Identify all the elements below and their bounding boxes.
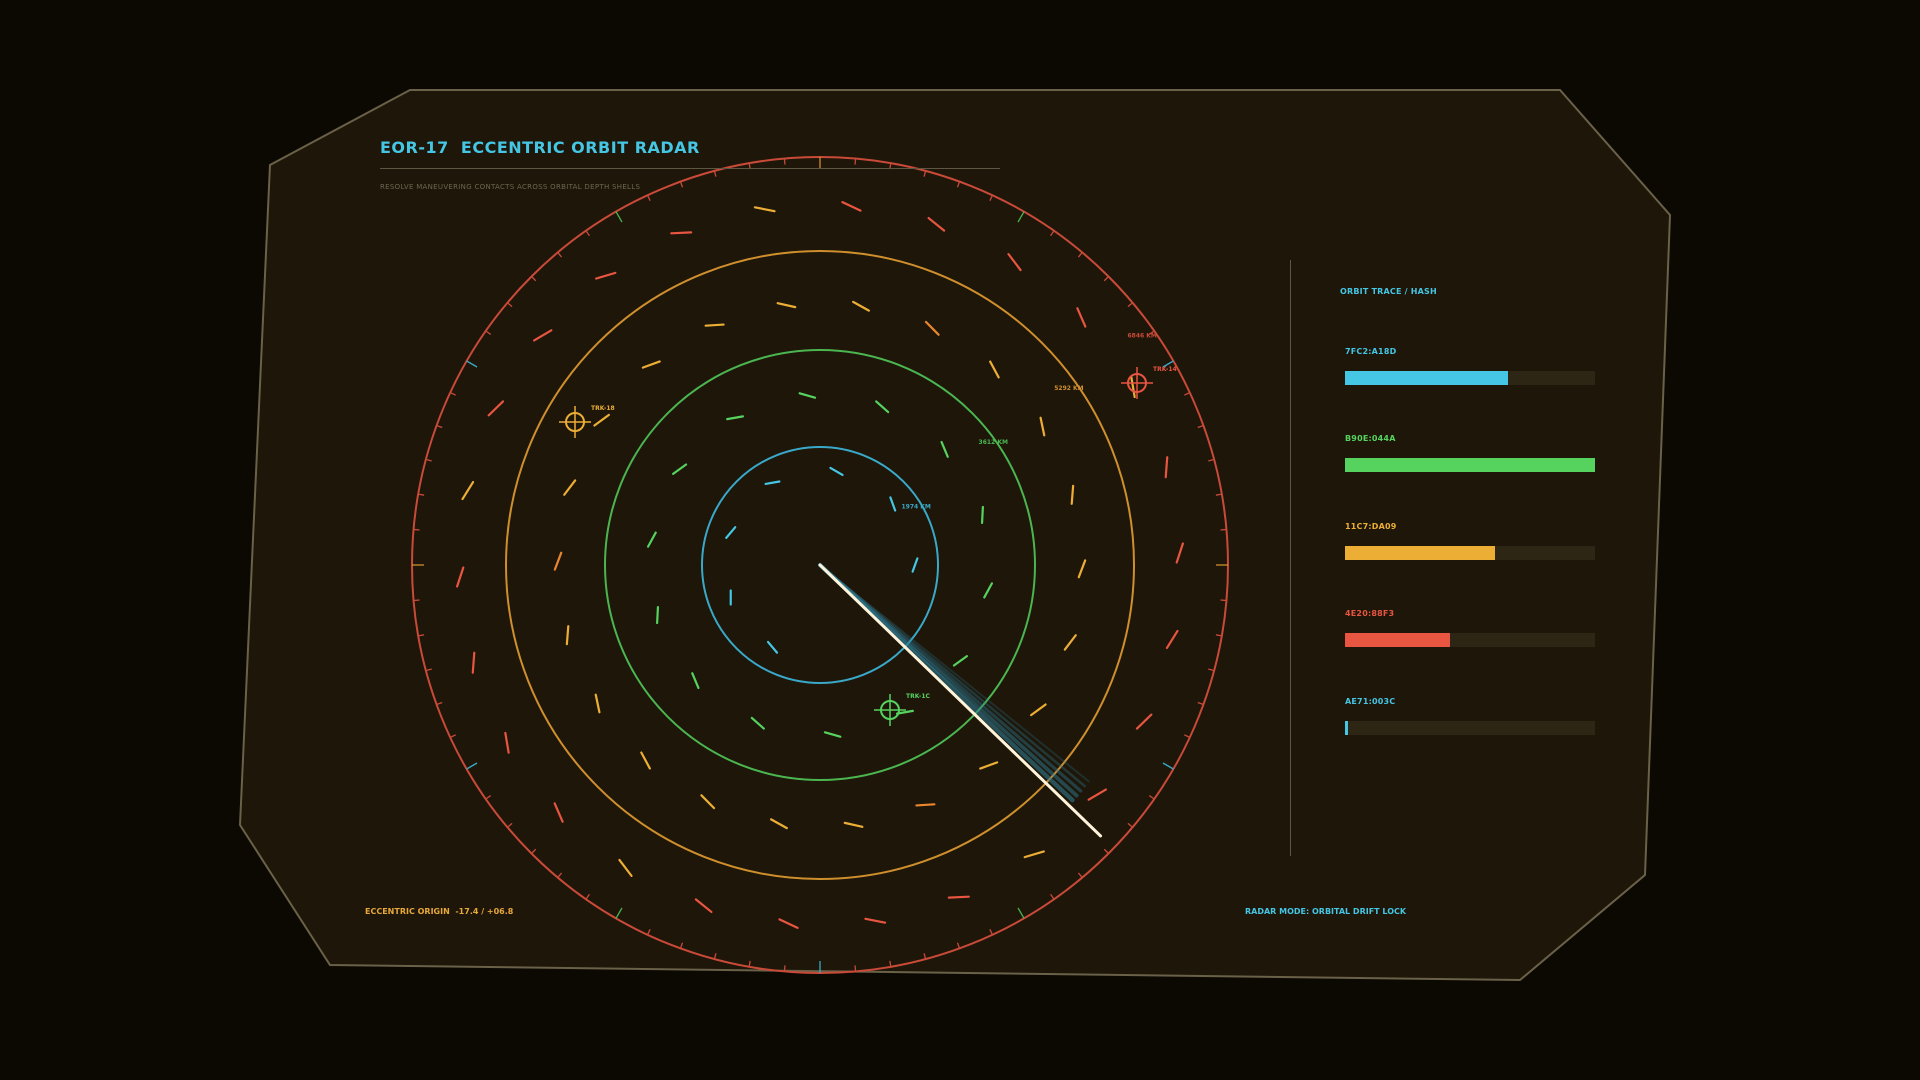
- trace-item-label: AE71:003C: [1345, 697, 1396, 706]
- trace-item-bar-fill: [1345, 458, 1595, 472]
- scope-tick: [1220, 528, 1227, 531]
- contact-streak: [565, 625, 570, 646]
- contact-streak: [1070, 484, 1075, 505]
- title-divider: [380, 168, 1000, 169]
- contact-streak: [915, 803, 936, 807]
- trace-item-label: 4E20:88F3: [1345, 609, 1395, 618]
- contact-streak: [704, 323, 725, 327]
- trace-item-label: 7FC2:A18D: [1345, 347, 1397, 356]
- trace-item-bar: [1345, 546, 1595, 560]
- trace-item-bar: [1345, 721, 1595, 735]
- trace-item-bar-fill: [1345, 371, 1508, 385]
- trace-title: ORBIT TRACE / HASH: [1340, 287, 1437, 296]
- trace-item-bar: [1345, 633, 1595, 647]
- contact-streak: [656, 605, 660, 625]
- scope-tick: [413, 599, 420, 602]
- scope-tick: [854, 965, 857, 972]
- scope-tick: [783, 158, 786, 165]
- ring-range-label: 6846 KM: [1127, 332, 1156, 339]
- trace-item-bar-fill: [1345, 546, 1495, 560]
- scope-tick: [1220, 599, 1227, 602]
- target-label: TRK-14: [1153, 366, 1177, 373]
- eccentric-origin-readout: ECCENTRIC ORIGIN -17.4 / +06.8: [365, 907, 514, 916]
- contact-streak: [670, 231, 693, 235]
- radar-console: 1974 KM 3612 KM 5292 KM 6846 KM TRK-18 TRK-14…: [0, 0, 1920, 1080]
- target-label: TRK-18: [591, 405, 615, 412]
- contact-streak: [471, 651, 476, 674]
- contact-streak: [1164, 456, 1169, 479]
- console-frame: 1974 KM 3612 KM 5292 KM 6846 KM TRK-18 TRK-14…: [238, 89, 1672, 982]
- scope-tick: [854, 158, 857, 165]
- contact-streak: [947, 895, 970, 899]
- ring-range-label: 5292 KM: [1054, 385, 1083, 392]
- page-subtitle: RESOLVE MANEUVERING CONTACTS ACROSS ORBI…: [380, 183, 641, 191]
- radar-mode-status: RADAR MODE: ORBITAL DRIFT LOCK: [1245, 907, 1407, 916]
- ring-range-label: 3612 KM: [979, 439, 1008, 446]
- page-title: EOR-17 ECCENTRIC ORBIT RADAR: [380, 138, 700, 157]
- trace-item-bar: [1345, 458, 1595, 472]
- trace-item-bar: [1345, 371, 1595, 385]
- scope-tick: [413, 528, 420, 531]
- ring-range-label: 1974 KM: [901, 503, 930, 510]
- target-label: TRK-1C: [906, 693, 931, 700]
- trace-item-bar-fill: [1345, 633, 1450, 647]
- trace-item-bar-fill: [1345, 721, 1348, 735]
- panel-divider: [1290, 260, 1291, 856]
- contact-streak: [980, 505, 984, 525]
- console-panel: [238, 89, 1672, 982]
- trace-item-label: 11C7:DA09: [1345, 522, 1397, 531]
- scope-tick: [783, 965, 786, 972]
- trace-item-label: B90E:044A: [1345, 434, 1396, 443]
